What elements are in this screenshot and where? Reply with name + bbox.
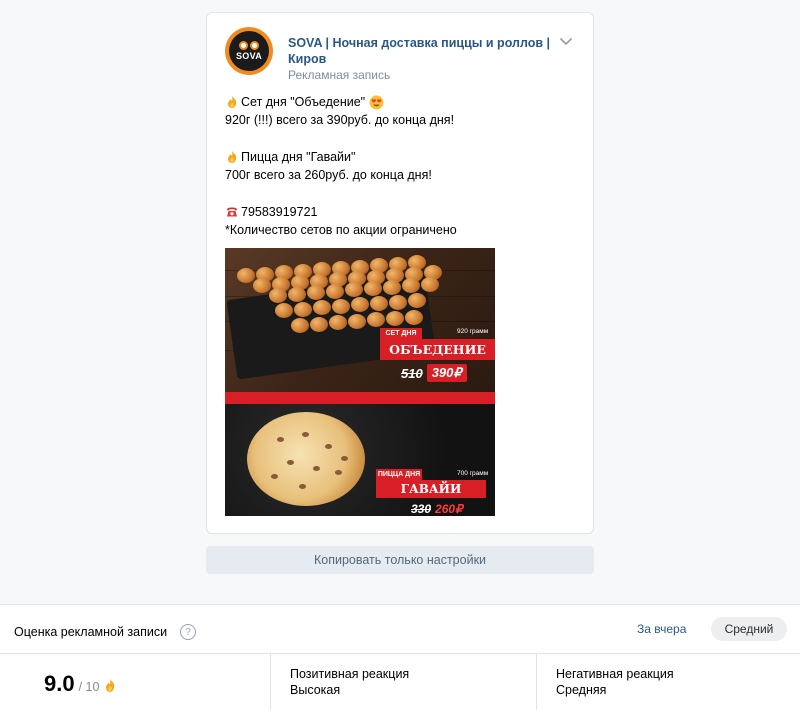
- score-max: / 10: [78, 680, 100, 694]
- positive-reaction-cell: Позитивная реакция Высокая: [270, 654, 536, 710]
- post-line: Сет дня "Объедение": [225, 93, 575, 111]
- sushi-roll: [253, 278, 271, 293]
- score-cell: 9.0 / 10: [0, 654, 270, 710]
- set-price-row: 510 390₽: [401, 364, 467, 382]
- phone-emoji-icon: [227, 207, 237, 217]
- post-line-empty: [225, 130, 575, 148]
- negative-reaction-cell: Негативная реакция Средняя: [536, 654, 800, 710]
- pizza-new-price: 260₽: [435, 502, 463, 516]
- sushi-roll: [310, 316, 328, 332]
- fire-emoji-icon: [228, 96, 237, 109]
- sushi-roll: [332, 298, 350, 314]
- post-type-label: Рекламная запись: [288, 68, 391, 82]
- copy-settings-button[interactable]: Копировать только настройки: [206, 546, 594, 574]
- sushi-roll: [348, 313, 366, 329]
- sushi-roll: [275, 303, 293, 318]
- post-text: Сет дня "Объедение" 920г (!!!) всего за …: [225, 93, 575, 239]
- ad-rating-panel: Оценка рекламной записи ? За вчера Средн…: [0, 604, 800, 710]
- pizza-price-row: 330 260₽: [411, 502, 463, 516]
- sushi-roll: [370, 296, 388, 311]
- pizza-name-banner: ГАВАЙИ: [376, 480, 486, 498]
- post-line: *Количество сетов по акции ограничено: [225, 223, 457, 238]
- post-line-text: Сет дня "Объедение": [241, 95, 366, 109]
- avatar-logo-text: SOVA: [235, 51, 263, 61]
- rating-title: Оценка рекламной записи: [14, 625, 168, 639]
- post-line-text: Пицца дня "Гавайи": [241, 149, 356, 164]
- community-name-link[interactable]: SOVA | Ночная доставка пиццы и роллов | …: [288, 35, 554, 67]
- owl-logo: SOVA: [229, 31, 269, 71]
- sushi-roll: [291, 318, 309, 333]
- promo-image[interactable]: СЕТ ДНЯ 920 грамм ОБЪЕДЕНИЕ 510 390₽ ПИЦ…: [225, 248, 495, 516]
- pizza-photo: ПИЦЦА ДНЯ 700 грамм ГАВАЙИ 330 260₽: [225, 404, 495, 516]
- community-avatar[interactable]: SOVA: [225, 27, 273, 75]
- phone-number-link[interactable]: 79583919721: [241, 203, 317, 221]
- pizza-image: [247, 412, 365, 506]
- period-selector-link[interactable]: За вчера: [637, 622, 686, 636]
- negative-reaction-label: Негативная реакция: [556, 667, 674, 681]
- sushi-roll: [386, 311, 404, 326]
- owl-eye-right: [250, 41, 259, 50]
- level-badge[interactable]: Средний: [711, 617, 787, 641]
- post-line: 79583919721: [225, 203, 575, 221]
- sushi-roll: [288, 286, 306, 302]
- positive-reaction-label: Позитивная реакция: [290, 667, 410, 681]
- rating-metrics-row: 9.0 / 10 Позитивная реакция Высокая Нега…: [0, 653, 800, 710]
- heart-eyes-emoji-icon: [369, 95, 384, 110]
- sushi-roll: [269, 288, 287, 303]
- chevron-down-icon[interactable]: [559, 37, 573, 47]
- pizza-old-price: 330: [411, 502, 432, 516]
- set-weight-label: 920 грамм: [457, 328, 489, 335]
- score-value: 9.0: [44, 671, 75, 696]
- sushi-roll: [383, 279, 401, 295]
- help-icon[interactable]: ?: [180, 624, 196, 640]
- post-line-empty: [225, 184, 575, 202]
- sushi-roll: [389, 294, 407, 310]
- set-new-price: 390₽: [426, 364, 467, 382]
- sushi-roll: [421, 276, 439, 292]
- ad-post-card: SOVA SOVA | Ночная доставка пиццы и ролл…: [206, 12, 594, 534]
- owl-eye-left: [239, 41, 248, 50]
- sushi-set-photo: СЕТ ДНЯ 920 грамм ОБЪЕДЕНИЕ 510 390₽: [225, 248, 495, 392]
- post-line: Пицца дня "Гавайи": [225, 148, 575, 166]
- fire-emoji-icon: [106, 679, 115, 692]
- set-of-day-tag: СЕТ ДНЯ: [380, 328, 422, 339]
- pizza-weight-label: 700 грамм: [457, 470, 489, 477]
- sushi-roll: [237, 268, 255, 283]
- set-name-banner: ОБЪЕДЕНИЕ: [380, 339, 495, 360]
- fire-emoji-icon: [228, 151, 237, 164]
- post-line: 700г всего за 260руб. до конца дня!: [225, 168, 432, 183]
- promo-divider-stripe: [225, 392, 495, 404]
- sushi-roll: [364, 281, 382, 296]
- post-line: 920г (!!!) всего за 390руб. до конца дня…: [225, 113, 455, 128]
- pizza-of-day-tag: ПИЦЦА ДНЯ: [376, 469, 422, 480]
- sushi-roll: [405, 309, 423, 325]
- negative-reaction-value: Средняя: [556, 683, 607, 697]
- set-old-price: 510: [401, 365, 423, 381]
- sushi-roll: [326, 283, 344, 299]
- positive-reaction-value: Высокая: [290, 683, 341, 697]
- sushi-roll: [294, 301, 312, 317]
